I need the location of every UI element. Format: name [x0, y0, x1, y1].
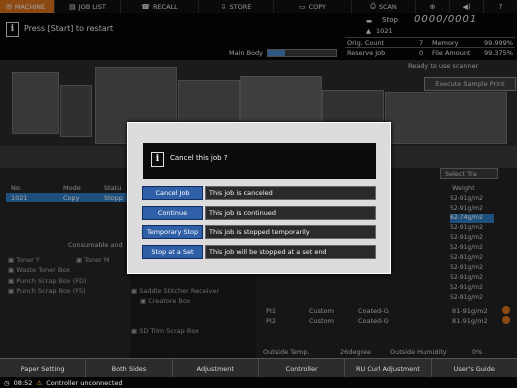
tab-both-sides[interactable]: Both Sides: [86, 359, 173, 378]
tab-paper-setting[interactable]: Paper Setting: [0, 359, 87, 378]
temporary-stop-description: This job is stopped temporarily: [205, 225, 376, 239]
tab-ru-curl-adjustment[interactable]: RU Curl Adjustment: [345, 359, 432, 378]
cancel-job-description: This job is canceled: [205, 186, 376, 200]
continue-description: This job is continued: [205, 206, 376, 220]
clock-icon: ◷: [4, 378, 10, 387]
controller-status: Controller unconnected: [46, 378, 123, 387]
continue-button[interactable]: Continue: [142, 206, 203, 220]
dialog-title: Cancel this job ?: [170, 154, 228, 162]
warning-icon: ⚠: [36, 378, 43, 387]
bottom-tab-bar: Paper Setting Both Sides Adjustment Cont…: [0, 358, 517, 378]
tab-controller[interactable]: Controller: [259, 359, 346, 378]
stop-at-set-description: This job will be stopped at a set end: [205, 245, 376, 259]
cancel-job-button[interactable]: Cancel Job: [142, 186, 203, 200]
info-icon: i: [151, 152, 164, 167]
clock-time: 08:52: [13, 378, 33, 387]
stop-at-set-button[interactable]: Stop at a Set: [142, 245, 203, 259]
tab-adjustment[interactable]: Adjustment: [173, 359, 259, 378]
temporary-stop-button[interactable]: Temporary Stop: [142, 225, 203, 239]
tab-users-guide[interactable]: User's Guide: [432, 359, 517, 378]
status-bar: ◷ 08:52 ⚠ Controller unconnected: [0, 377, 517, 388]
